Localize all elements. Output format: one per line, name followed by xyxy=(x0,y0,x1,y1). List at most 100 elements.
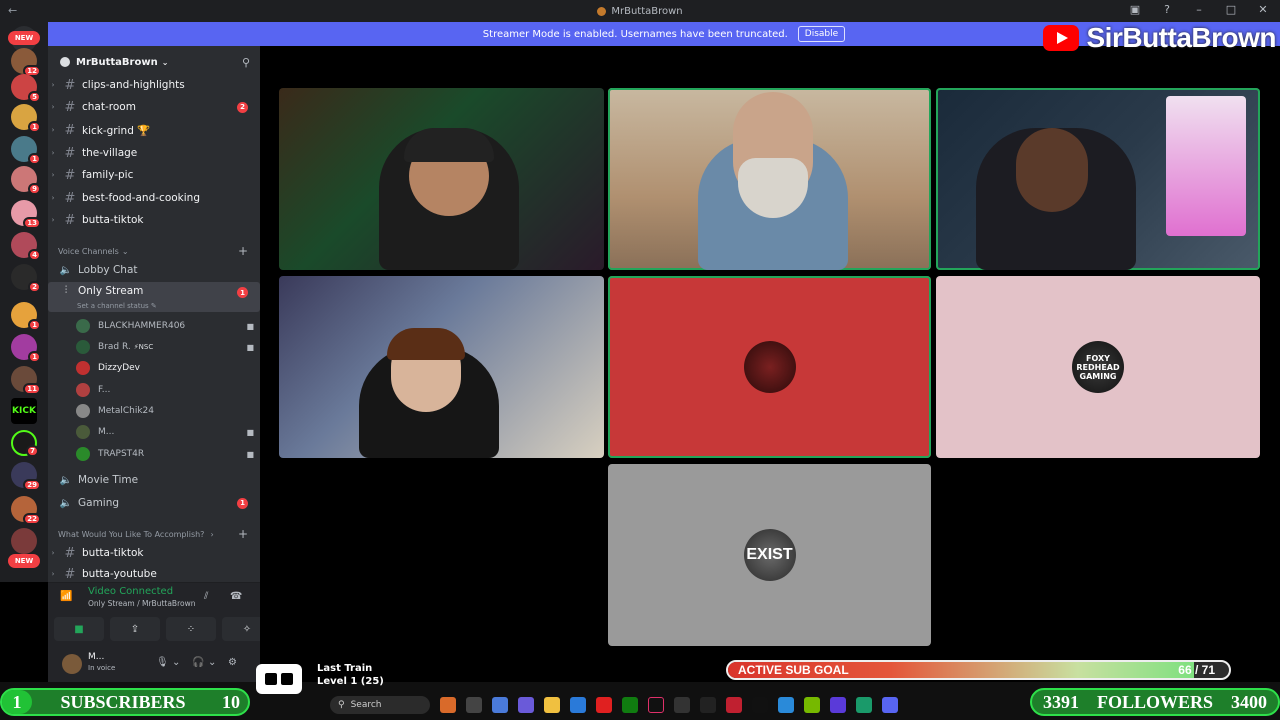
headphones-icon[interactable]: 🎧 xyxy=(192,657,204,668)
voice-channel-movie-time[interactable]: 🔈 Movie Time xyxy=(48,470,260,490)
server-icon[interactable]: 13 xyxy=(11,200,41,229)
server-header[interactable]: MrButtaBrown ⌄ ⚲ xyxy=(48,46,260,78)
add-channel-icon[interactable]: + xyxy=(238,244,248,258)
voice-user[interactable]: F... xyxy=(76,380,254,400)
voice-user-name: DizzyDev xyxy=(98,363,140,373)
channel-item[interactable]: › # butta-tiktok xyxy=(48,543,260,563)
voice-channel-lobby[interactable]: 🔈 Lobby Chat xyxy=(48,260,260,280)
arrow-left-icon[interactable]: ← xyxy=(8,4,17,17)
channel-status[interactable]: Set a channel status ✎ xyxy=(77,302,157,310)
server-icon[interactable]: 11 xyxy=(11,366,41,395)
signal-icon[interactable]: 📶 xyxy=(60,591,72,602)
store-icon[interactable] xyxy=(570,697,586,713)
youtube-app-icon[interactable] xyxy=(596,697,612,713)
voice-user[interactable]: M... ■ xyxy=(76,422,254,442)
channel-item[interactable]: › # family-pic xyxy=(48,165,260,185)
discord-icon[interactable] xyxy=(882,697,898,713)
server-icon[interactable]: 1 xyxy=(11,104,41,133)
server-icon[interactable]: 4 xyxy=(11,232,41,261)
disable-streamer-mode-button[interactable]: Disable xyxy=(797,26,846,42)
channel-item[interactable]: › # kick-grind 🏆 xyxy=(48,120,260,140)
chrome-icon[interactable] xyxy=(856,697,872,713)
channel-label: clips-and-highlights xyxy=(82,79,185,91)
server-icon[interactable]: 22 xyxy=(11,496,41,525)
avatar xyxy=(76,319,90,333)
screen-share-button[interactable]: ⇪ xyxy=(110,617,160,641)
kick-server-icon[interactable]: KICK xyxy=(11,398,37,424)
channel-item[interactable]: › # butta-youtube xyxy=(48,566,260,582)
channel-item[interactable]: › # clips-and-highlights xyxy=(48,75,260,95)
microphone-icon[interactable]: 🎙 xyxy=(156,657,169,668)
channel-item[interactable]: › # butta-tiktok xyxy=(48,210,260,230)
xbox-icon[interactable] xyxy=(622,697,638,713)
video-tile-5[interactable] xyxy=(608,276,931,458)
voice-channel-gaming[interactable]: 🔈 Gaming 1 xyxy=(48,493,260,513)
hash-icon: # xyxy=(64,99,76,115)
channel-label: Lobby Chat xyxy=(78,264,138,276)
app-icon[interactable] xyxy=(700,697,716,713)
video-tile-7[interactable]: EXIST xyxy=(608,464,931,646)
video-tile-6[interactable]: FOXY REDHEAD GAMING xyxy=(936,276,1260,458)
accomplish-category[interactable]: What Would You Like To Accomplish? › + xyxy=(58,527,254,541)
nvidia-icon[interactable] xyxy=(804,697,820,713)
noise-suppression-icon[interactable]: ⫽ xyxy=(204,591,208,602)
chevron-down-icon[interactable]: ⌄ xyxy=(208,657,216,668)
app-icon[interactable] xyxy=(440,697,456,713)
edge-icon[interactable] xyxy=(778,697,794,713)
inbox-icon[interactable]: ▣ xyxy=(1128,3,1142,16)
disconnect-icon[interactable]: ☎ xyxy=(230,591,242,602)
activities-button[interactable]: ⁘ xyxy=(166,617,216,641)
voice-user[interactable]: DizzyDev xyxy=(76,358,254,378)
server-icon[interactable]: 29 xyxy=(11,462,41,491)
voice-user[interactable]: Brad R. ⚡NSC ■ xyxy=(76,337,254,357)
maximize-icon[interactable]: □ xyxy=(1224,3,1238,16)
server-badge: 13 xyxy=(23,217,41,229)
avatar[interactable] xyxy=(62,654,82,674)
channel-item[interactable]: › # best-food-and-cooking xyxy=(48,188,260,208)
video-tile-3[interactable] xyxy=(936,88,1260,270)
chevron-down-icon[interactable]: ⌄ xyxy=(172,657,180,668)
app-icon[interactable] xyxy=(752,697,768,713)
server-icon[interactable]: 2 xyxy=(11,264,41,293)
copilot-icon[interactable] xyxy=(492,697,508,713)
voice-user[interactable]: MetalChik24 xyxy=(76,401,254,421)
server-icon[interactable]: 1 xyxy=(11,136,41,165)
video-tile-1[interactable] xyxy=(279,88,604,270)
app-icon[interactable] xyxy=(674,697,690,713)
add-channel-icon[interactable]: + xyxy=(238,527,248,541)
chevron-right-icon: › xyxy=(51,570,55,578)
camera-icon: ■ xyxy=(74,623,84,635)
voice-location[interactable]: Only Stream / MrButtaBrown xyxy=(88,599,195,608)
teams-icon[interactable] xyxy=(518,697,534,713)
help-icon[interactable]: ? xyxy=(1160,3,1174,16)
app-icon[interactable] xyxy=(830,697,846,713)
server-icon[interactable]: 5 xyxy=(11,74,41,103)
tiktok-icon[interactable] xyxy=(648,697,664,713)
speaker-icon: 🔈 xyxy=(59,497,73,509)
channel-item[interactable]: › # the-village xyxy=(48,143,260,163)
server-icon[interactable]: 1 xyxy=(11,302,41,331)
video-tile-4[interactable] xyxy=(279,276,604,458)
server-icon[interactable]: 7 xyxy=(11,430,39,457)
taskbar-search[interactable]: ⚲ Search xyxy=(330,696,430,714)
minimize-icon[interactable]: – xyxy=(1192,3,1206,16)
server-icon[interactable]: 1 xyxy=(11,334,41,363)
video-tile-2[interactable] xyxy=(608,88,931,270)
file-explorer-icon[interactable] xyxy=(544,697,560,713)
server-icon[interactable]: NEW xyxy=(8,528,40,568)
channel-item[interactable]: › # chat-room 2 xyxy=(48,97,260,117)
close-icon[interactable]: ✕ xyxy=(1256,3,1270,16)
server-icon[interactable]: 12 xyxy=(11,48,41,77)
voice-user[interactable]: TRAPST4R ■ xyxy=(76,444,254,464)
server-icon[interactable]: 9 xyxy=(11,166,41,195)
gear-icon[interactable]: ⚙ xyxy=(228,657,237,668)
camera-icon: ■ xyxy=(246,427,254,437)
camera-button[interactable]: ■ xyxy=(54,617,104,641)
voice-user[interactable]: BLACKHAMMER406 ■ xyxy=(76,316,254,336)
chevron-right-icon: › xyxy=(51,171,55,179)
voice-channels-category[interactable]: Voice Channels ⌄ + xyxy=(58,244,254,258)
app-icon[interactable] xyxy=(726,697,742,713)
invite-people-icon[interactable]: ⚲ xyxy=(242,56,250,69)
task-view-icon[interactable] xyxy=(466,697,482,713)
hash-icon: # xyxy=(64,190,76,206)
